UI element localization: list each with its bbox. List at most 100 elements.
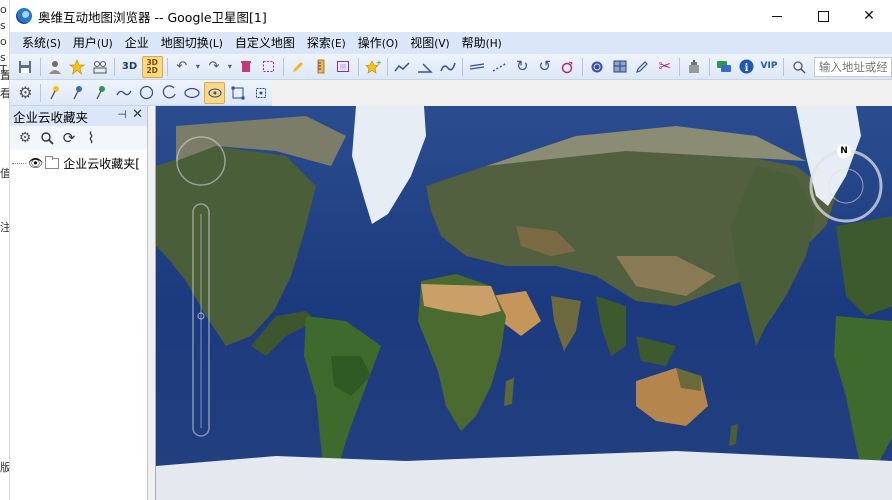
draw-toolbar: ⚙ — [10, 80, 272, 106]
svg-text:i: i — [745, 63, 749, 74]
menu-user[interactable]: 用户(U) — [67, 32, 119, 54]
menu-accel: (O) — [381, 38, 399, 50]
menu-operation[interactable]: 操作(O) — [352, 32, 404, 54]
compass-north-label: N — [837, 144, 851, 158]
menu-label: 地图切换 — [160, 36, 209, 50]
view-3d-button[interactable]: 3D — [119, 56, 140, 78]
favorites-star-icon[interactable] — [67, 56, 88, 78]
pin-green-icon[interactable] — [90, 82, 111, 104]
bg-char: 看 — [0, 87, 10, 100]
chat-icon[interactable] — [714, 56, 735, 78]
menu-explore[interactable]: 探索(E) — [301, 32, 352, 54]
panel-header: 企业云收藏夹 ⊣ ✕ — [10, 106, 147, 126]
user-icon[interactable] — [45, 56, 66, 78]
menu-map-switch[interactable]: 地图切换(L) — [155, 32, 229, 54]
add-marker-star-icon[interactable]: + — [363, 56, 384, 78]
tree-item[interactable]: 👁 企业云收藏夹[ — [10, 154, 147, 172]
menu-accel: (H) — [485, 38, 502, 50]
favorites-tree: 👁 企业云收藏夹[ — [10, 150, 147, 172]
save-icon[interactable] — [15, 56, 36, 78]
ellipse-shape-icon[interactable] — [182, 82, 203, 104]
menu-label: 用户 — [72, 36, 97, 50]
bg-char: s — [0, 19, 6, 32]
settings-gear-icon[interactable]: ⚙ — [15, 128, 35, 148]
app-window: 奥维互动地图浏览器 -- Google卫星图[1] ✕ 系统(S) 用户(U) … — [10, 0, 892, 500]
title-bar[interactable]: 奥维互动地图浏览器 -- Google卫星图[1] ✕ — [10, 0, 892, 32]
menu-custom-map[interactable]: 自定义地图 — [229, 32, 301, 54]
toolbar-separator — [166, 57, 168, 76]
toolbar-separator — [581, 57, 583, 76]
dotted-line-icon[interactable] — [489, 56, 510, 78]
redo-dropdown-icon[interactable]: ▾ — [226, 56, 233, 78]
rectangle-select-icon[interactable] — [227, 82, 248, 104]
panel-close-button[interactable]: ✕ — [132, 107, 143, 122]
view-3d-label: 3D — [121, 60, 138, 72]
toolbar-separator — [461, 57, 463, 76]
minimize-button[interactable] — [754, 0, 800, 32]
pan-move-icon[interactable] — [204, 81, 226, 104]
menu-system[interactable]: 系统(S) — [16, 32, 67, 54]
menu-label: 视图 — [410, 36, 435, 50]
grid-map-icon[interactable] — [609, 56, 630, 78]
settings-gear-icon[interactable]: ⚙ — [15, 82, 36, 104]
search-icon[interactable] — [37, 128, 57, 148]
pin-blue-icon[interactable] — [68, 82, 89, 104]
view-3d2d-toggle[interactable]: 3D 2D — [141, 55, 163, 78]
group-icon[interactable] — [90, 56, 111, 78]
pin-icon[interactable]: ⊣ — [117, 108, 127, 121]
bg-char: 置 — [0, 69, 10, 82]
toolbar-separator — [39, 83, 41, 102]
toolbar-separator — [708, 57, 710, 76]
vip-button[interactable]: VIP — [759, 56, 780, 78]
bg-char: 版 — [0, 461, 10, 474]
tree-connector — [12, 162, 26, 164]
close-button[interactable]: ✕ — [846, 0, 892, 32]
address-search-input[interactable] — [813, 56, 892, 77]
menu-bar: 系统(S) 用户(U) 企业 地图切换(L) 自定义地图 探索(E) 操作(O)… — [10, 32, 892, 54]
polyline-icon[interactable] — [113, 82, 134, 104]
redo-icon[interactable]: ↷ — [204, 56, 225, 78]
maximize-button[interactable] — [800, 0, 846, 32]
curve-line-icon[interactable] — [437, 56, 458, 78]
circle-rotate-alt-icon[interactable]: ↺ — [535, 56, 556, 78]
arc-shape-icon[interactable] — [159, 82, 180, 104]
search-icon[interactable] — [788, 56, 809, 78]
favorites-panel: 企业云收藏夹 ⊣ ✕ ⚙ ⟳ ⌇ 👁 企业云收藏夹[ — [10, 106, 148, 500]
menu-label: 帮助 — [461, 36, 486, 50]
background-window-strip: o s o s T 置 看 值 注 版 — [0, 0, 10, 500]
bg-char: 注 — [0, 221, 10, 234]
ruler-icon[interactable] — [310, 56, 331, 78]
info-icon[interactable]: i — [736, 56, 757, 78]
menu-view[interactable]: 视图(V) — [404, 32, 455, 54]
circle-shape-icon[interactable] — [136, 82, 157, 104]
map-canvas[interactable]: N — [155, 106, 892, 500]
select-rect-icon[interactable] — [258, 56, 279, 78]
polygon-select-icon[interactable] — [250, 82, 271, 104]
circle-arrow-icon[interactable] — [557, 56, 578, 78]
menu-label: 自定义地图 — [234, 36, 295, 50]
circle-rotate-icon[interactable]: ↻ — [512, 56, 533, 78]
pin-yellow-icon[interactable] — [45, 82, 66, 104]
menu-help[interactable]: 帮助(H) — [456, 32, 508, 54]
tree-item-label: 企业云收藏夹[ — [63, 156, 140, 171]
menu-accel: (L) — [208, 38, 223, 50]
landmark-icon[interactable] — [684, 56, 705, 78]
pencil-icon[interactable] — [288, 56, 309, 78]
globe-layer-icon[interactable] — [587, 56, 608, 78]
undo-icon[interactable]: ↶ — [172, 56, 193, 78]
menu-enterprise[interactable]: 企业 — [119, 32, 155, 54]
menu-accel: (V) — [434, 38, 450, 50]
angle-line-icon[interactable] — [415, 56, 436, 78]
attachment-icon[interactable]: ⌇ — [81, 128, 101, 148]
scissors-icon[interactable]: ✂ — [654, 56, 675, 78]
road-line-icon[interactable] — [467, 56, 488, 78]
edit-pen-icon[interactable] — [632, 56, 653, 78]
undo-dropdown-icon[interactable]: ▾ — [194, 56, 201, 78]
track-line-icon[interactable] — [392, 56, 413, 78]
bg-char: 值 — [0, 167, 10, 180]
refresh-icon[interactable]: ⟳ — [59, 128, 79, 148]
visibility-eye-icon[interactable]: 👁 — [28, 156, 43, 170]
frame-icon[interactable] — [333, 56, 354, 78]
delete-icon[interactable] — [236, 56, 257, 78]
bg-char: o — [0, 3, 7, 16]
